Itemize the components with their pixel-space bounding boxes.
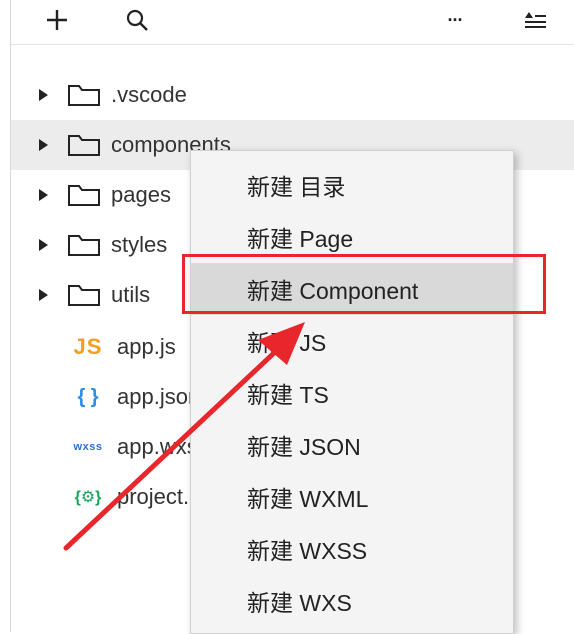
explorer-toolbar: ··· <box>11 0 574 45</box>
menu-item-label: 新建 TS <box>247 382 329 408</box>
tree-folder-label: styles <box>111 232 168 257</box>
menu-item-new-wxml[interactable]: 新建 WXML <box>191 471 513 523</box>
explorer-panel: ··· .vscode components pages styles util… <box>0 0 574 634</box>
menu-item-label: 新建 目录 <box>247 174 346 200</box>
folder-icon <box>68 235 100 256</box>
menu-item-label: 新建 JS <box>247 330 327 356</box>
folder-icon <box>68 285 100 306</box>
more-button[interactable]: ··· <box>437 2 473 38</box>
menu-item-label: 新建 WXS <box>247 590 352 616</box>
json-file-icon: { } <box>77 385 99 408</box>
folder-icon <box>68 135 100 156</box>
tree-folder-label: utils <box>111 282 151 307</box>
wxss-file-icon: wxss <box>73 441 103 453</box>
chevron-right-icon[interactable] <box>39 139 48 151</box>
menu-item-new-ts[interactable]: 新建 TS <box>191 367 513 419</box>
folder-icon <box>68 185 100 206</box>
menu-item-new-json[interactable]: 新建 JSON <box>191 419 513 471</box>
menu-item-new-page[interactable]: 新建 Page <box>191 211 513 263</box>
tree-folder-label: pages <box>111 182 171 207</box>
chevron-right-icon[interactable] <box>39 89 48 101</box>
folder-icon <box>68 85 100 106</box>
menu-item-label: 新建 Page <box>247 226 354 252</box>
tree-file-label: app.js <box>117 334 176 359</box>
menu-item-new-folder[interactable]: 新建 目录 <box>191 159 513 211</box>
js-file-icon: JS <box>73 334 103 359</box>
menu-item-label: 新建 Component <box>247 278 419 304</box>
add-button[interactable] <box>39 2 75 38</box>
menu-item-label: 新建 WXSS <box>247 538 368 564</box>
chevron-right-icon[interactable] <box>39 189 48 201</box>
project-config-file-icon: {⚙} <box>74 489 102 506</box>
menu-item-new-component[interactable]: 新建 Component <box>191 263 513 315</box>
search-icon <box>126 9 148 31</box>
search-button[interactable] <box>119 2 155 38</box>
context-menu: 新建 目录 新建 Page 新建 Component 新建 JS 新建 TS 新… <box>190 150 514 634</box>
menu-item-label: 新建 JSON <box>247 434 361 460</box>
tree-folder-vscode[interactable]: .vscode <box>11 70 574 120</box>
tree-file-label: app.json <box>117 384 201 409</box>
collapse-button[interactable] <box>517 2 553 38</box>
menu-item-new-js[interactable]: 新建 JS <box>191 315 513 367</box>
chevron-right-icon[interactable] <box>39 289 48 301</box>
menu-item-new-wxs[interactable]: 新建 WXS <box>191 575 513 627</box>
chevron-right-icon[interactable] <box>39 239 48 251</box>
menu-item-new-wxss[interactable]: 新建 WXSS <box>191 523 513 575</box>
menu-item-label: 新建 WXML <box>247 486 369 512</box>
plus-icon <box>47 10 67 30</box>
tree-folder-label: .vscode <box>111 82 187 107</box>
more-icon: ··· <box>447 9 464 30</box>
collapse-icon <box>525 12 546 28</box>
